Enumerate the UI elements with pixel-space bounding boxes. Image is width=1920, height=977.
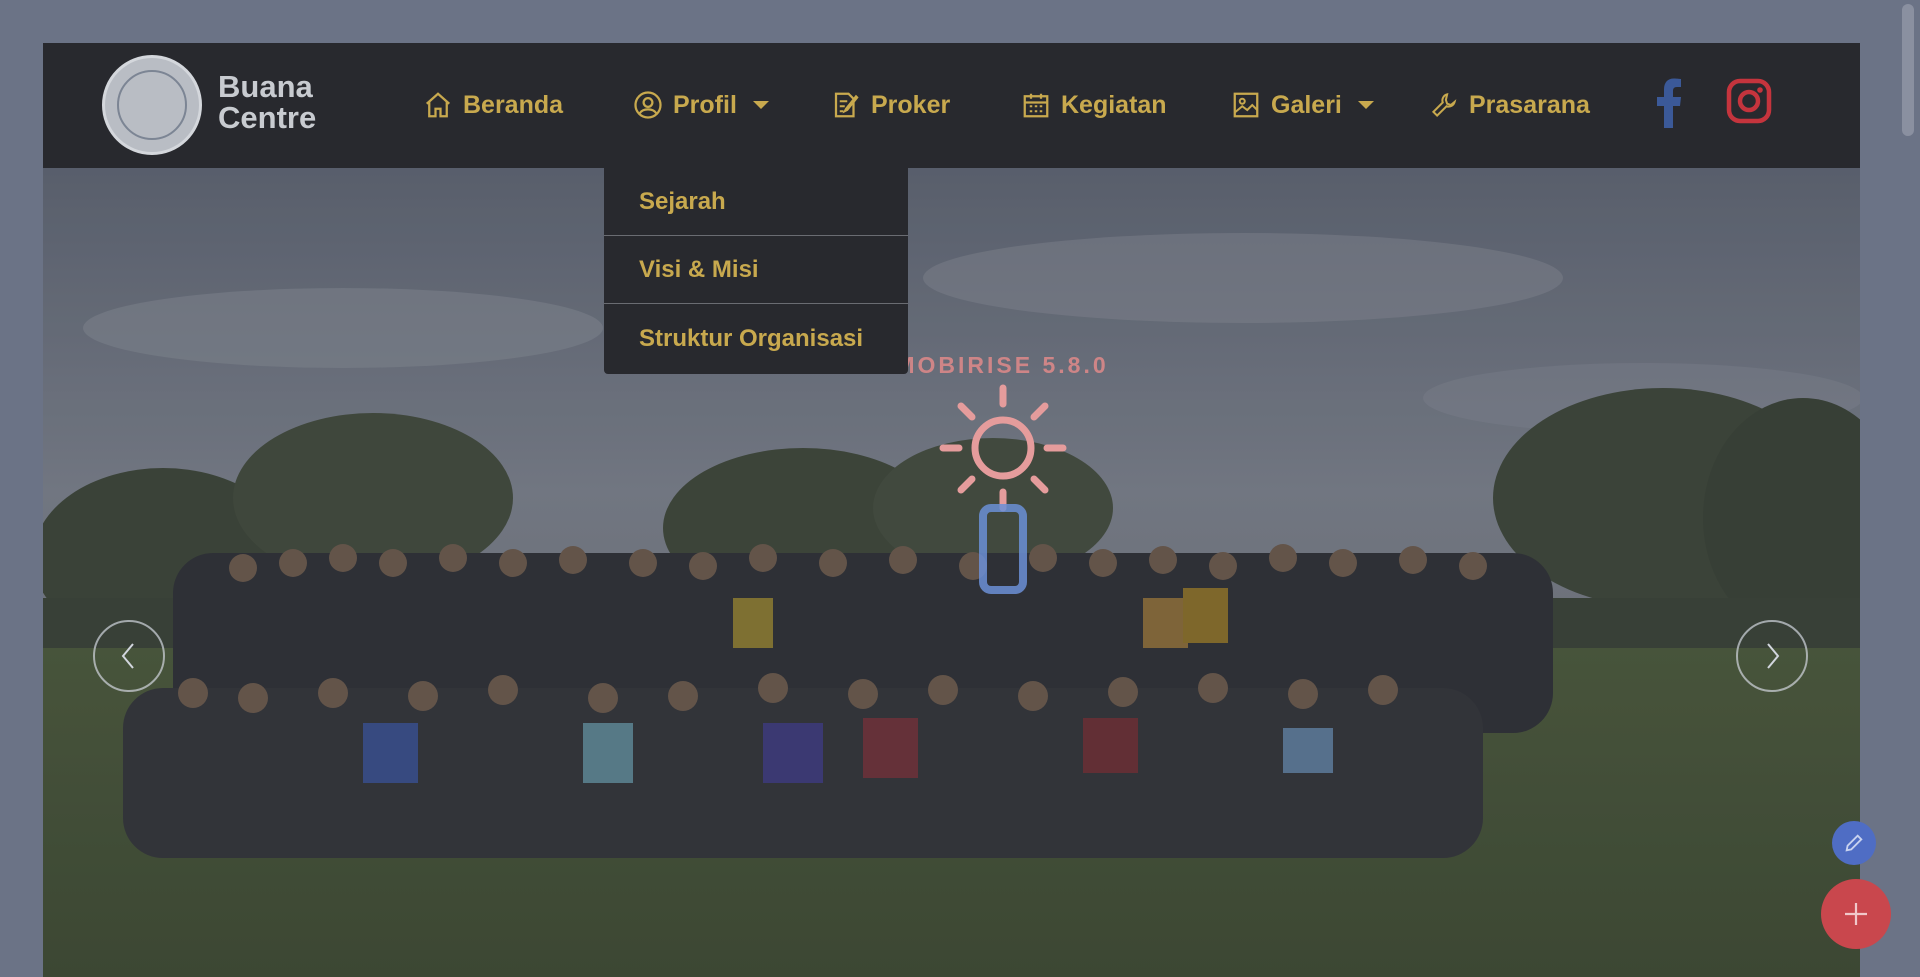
- edit-document-icon: [834, 92, 859, 118]
- user-circle-icon: [634, 91, 662, 119]
- carousel-prev-button[interactable]: [93, 620, 165, 692]
- nav-item-galeri[interactable]: Galeri: [1231, 83, 1374, 127]
- page-frame: Buana Centre Beranda Profil Proker Kegia…: [43, 43, 1860, 977]
- profil-dropdown-menu: Sejarah Visi & Misi Struktur Organisasi: [604, 168, 908, 374]
- nav-label: Prasarana: [1469, 90, 1590, 119]
- pencil-icon: [1845, 834, 1863, 852]
- chevron-down-icon: [752, 101, 769, 109]
- wrench-icon: [1431, 93, 1457, 118]
- nav-item-beranda[interactable]: Beranda: [423, 83, 563, 127]
- nav-label: Galeri: [1271, 90, 1342, 119]
- nav-label: Profil: [673, 90, 737, 119]
- mobirise-watermark: MOBIRISE 5.8.0: [895, 352, 1109, 378]
- nav-item-prasarana[interactable]: Prasarana: [1429, 83, 1590, 127]
- carousel-next-button[interactable]: [1736, 620, 1808, 692]
- scrollbar-thumb[interactable]: [1902, 4, 1914, 136]
- page-scrollbar[interactable]: [1898, 0, 1920, 977]
- facebook-icon[interactable]: [1655, 78, 1683, 133]
- dropdown-item-visi-misi[interactable]: Visi & Misi: [604, 236, 908, 304]
- navbar: Buana Centre Beranda Profil Proker Kegia…: [43, 43, 1860, 168]
- dropdown-item-sejarah[interactable]: Sejarah: [604, 168, 908, 236]
- add-block-button[interactable]: [1821, 879, 1891, 949]
- image-icon: [1233, 92, 1259, 118]
- home-icon: [426, 92, 450, 118]
- dropdown-item-struktur-organisasi[interactable]: Struktur Organisasi: [604, 304, 908, 374]
- chevron-right-icon: [1767, 643, 1780, 669]
- chevron-left-icon: [121, 643, 134, 669]
- nav-item-proker[interactable]: Proker: [831, 83, 950, 127]
- edit-button[interactable]: [1832, 821, 1876, 865]
- nav-label: Kegiatan: [1061, 90, 1167, 119]
- chevron-down-icon: [1357, 101, 1374, 109]
- loader-icon: [933, 378, 1073, 623]
- nav-label: Proker: [871, 90, 951, 119]
- brand-name[interactable]: Buana Centre: [218, 71, 358, 133]
- brand-logo[interactable]: [102, 55, 202, 155]
- nav-item-profil[interactable]: Profil: [633, 83, 769, 127]
- calendar-icon: [1023, 93, 1049, 118]
- instagram-icon[interactable]: [1726, 78, 1772, 129]
- nav-label: Beranda: [463, 90, 564, 119]
- plus-icon: [1845, 903, 1867, 925]
- nav-item-kegiatan[interactable]: Kegiatan: [1021, 83, 1167, 127]
